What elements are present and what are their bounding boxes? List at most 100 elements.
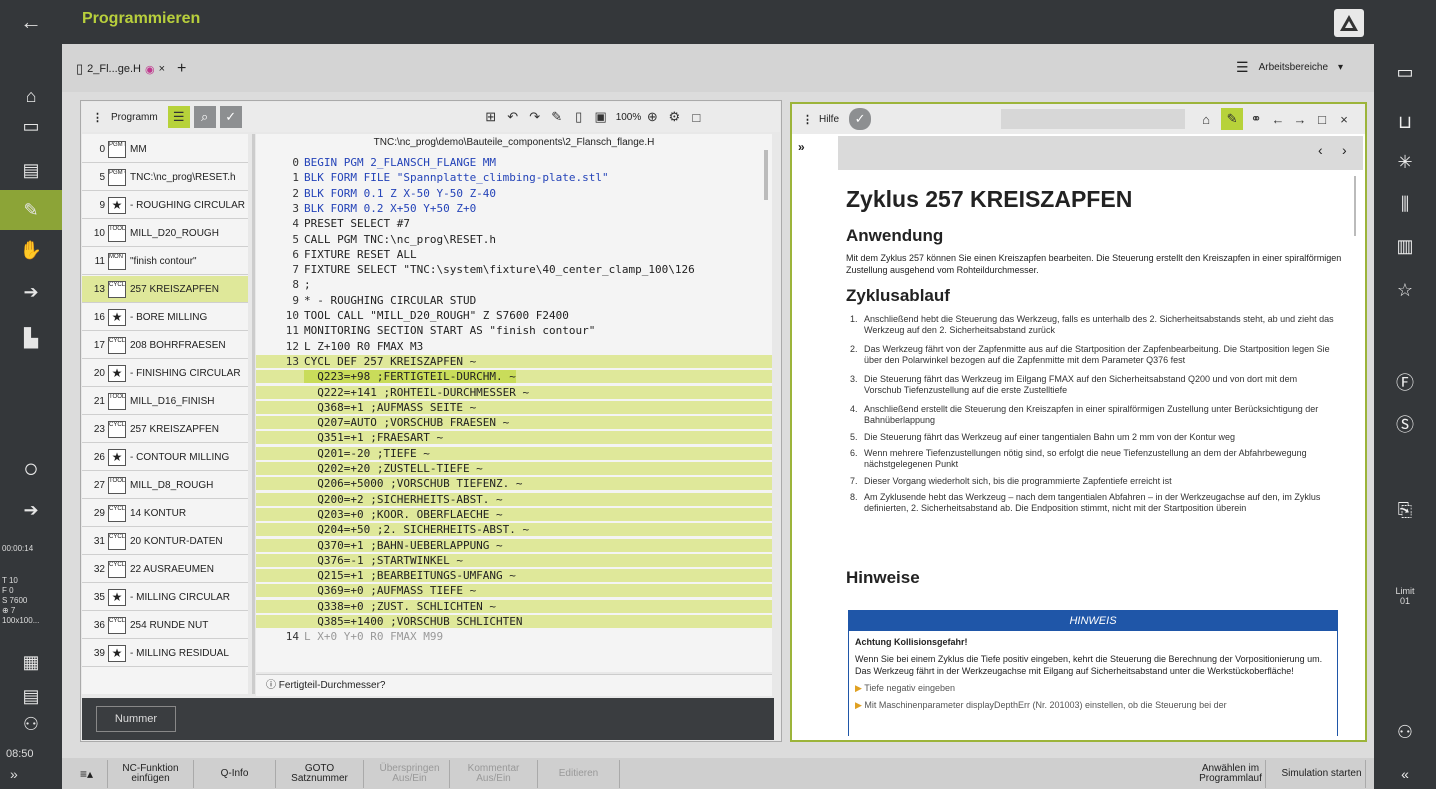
check-icon[interactable]: ✓: [219, 106, 242, 128]
zoom-level[interactable]: 100%: [616, 112, 642, 123]
code-line[interactable]: 4 PRESET SELECT #7: [256, 217, 772, 230]
back-icon[interactable]: ←: [1267, 108, 1289, 130]
code-line[interactable]: 6 FIXTURE RESET ALL: [256, 248, 772, 261]
workspaces-menu[interactable]: ☰ Arbeitsbereiche ▾: [1236, 56, 1343, 78]
program-list-item[interactable]: 21TOOL CALL MILL_D16_FINISH: [82, 388, 248, 415]
program-list-item[interactable]: 16 ★ - BORE MILLING: [82, 304, 248, 331]
list-view-icon[interactable]: ☰: [167, 106, 190, 128]
number-input[interactable]: Nummer: [96, 706, 176, 732]
home-icon[interactable]: ⌂: [1195, 108, 1217, 130]
edit-program-icon[interactable]: ✎: [0, 190, 62, 230]
search-icon[interactable]: ⌕: [193, 106, 216, 128]
code-line[interactable]: Q385=+1400 ;VORSCHUB SCHLICHTEN: [256, 615, 772, 628]
code-line[interactable]: 7 FIXTURE SELECT "TNC:\system\fixture\40_…: [256, 263, 772, 276]
redo-icon[interactable]: ↷: [524, 106, 546, 128]
softkey-8[interactable]: Simulation starten: [1278, 760, 1366, 788]
code-line[interactable]: 2 BLK FORM 0.1 Z X-50 Y-50 Z-40: [256, 187, 772, 200]
folder-icon[interactable]: ▭: [0, 106, 62, 146]
tool-change-icon[interactable]: ⊔: [1374, 102, 1436, 142]
softkey-1[interactable]: NC-Funktion einfügen: [108, 760, 194, 788]
add-tab-button[interactable]: +: [177, 60, 186, 78]
code-line[interactable]: Q206=+5000 ;VORSCHUB TIEFENZ. ~: [256, 477, 772, 491]
code-line[interactable]: 13 CYCL DEF 257 KREISZAPFEN ~: [256, 354, 772, 368]
softkey-5[interactable]: Kommentar Aus/Ein: [450, 760, 538, 788]
program-list-item[interactable]: 11MON START "finish contour": [82, 248, 248, 275]
battery-icon[interactable]: ▭: [1374, 52, 1436, 92]
code-line[interactable]: Q200=+2 ;SICHERHEITS-ABST. ~: [256, 492, 772, 506]
softkey-6[interactable]: Editieren: [538, 760, 620, 788]
back-arrow-icon[interactable]: ←: [0, 0, 62, 44]
favorite-icon[interactable]: ☆: [1374, 270, 1436, 310]
link-icon[interactable]: ⚭: [1245, 108, 1267, 130]
code-line[interactable]: Q203=+0 ;KOOR. OBERFLAECHE ~: [256, 507, 772, 521]
code-line[interactable]: 3 BLK FORM 0.2 X+50 Y+50 Z+0: [256, 202, 772, 215]
code-line[interactable]: 10 TOOL CALL "MILL_D20_ROUGH" Z S7600 F24…: [256, 309, 772, 322]
collapse-icon[interactable]: «: [1374, 760, 1436, 788]
code-line[interactable]: Q370=+1 ;BAHN-UEBERLAPPUNG ~: [256, 538, 772, 552]
user-settings-icon[interactable]: ⚇: [1374, 712, 1436, 752]
code-line[interactable]: Q338=+0 ;ZUST. SCHLICHTEN ~: [256, 599, 772, 613]
edit-icon[interactable]: ✎: [546, 106, 568, 128]
settings-icon[interactable]: ⚙: [663, 106, 685, 128]
program-list-item[interactable]: 26 ★ - CONTOUR MILLING: [82, 444, 248, 471]
machine-icon[interactable]: ▥: [1374, 226, 1436, 266]
program-list-item[interactable]: 9 ★ - ROUGHING CIRCULAR: [82, 192, 248, 219]
maximize-icon[interactable]: □: [1311, 108, 1333, 130]
next-icon[interactable]: ›: [1342, 142, 1347, 158]
program-list-item[interactable]: 29CYCL DEF 14 KONTUR: [82, 500, 248, 527]
drag-handle-icon[interactable]: ⋮: [802, 113, 813, 126]
code-line[interactable]: 12 L Z+100 R0 FMAX M3: [256, 340, 772, 353]
code-editor[interactable]: 0 BEGIN PGM 2_FLANSCH_FLANGE MM 1 BLK FORM …: [256, 134, 772, 672]
program-list-item[interactable]: 5PGM CALL TNC:\nc_prog\RESET.h: [82, 164, 248, 191]
zoom-icon[interactable]: ⊕: [641, 106, 663, 128]
code-line[interactable]: 11 MONITORING SECTION START AS "finish co…: [256, 324, 772, 337]
run-program-icon[interactable]: ➔: [0, 490, 62, 530]
program-list-item[interactable]: 31CYCL DEF 20 KONTUR-DATEN: [82, 528, 248, 555]
program-list-item[interactable]: 36CYCL DEF 254 RUNDE NUT: [82, 612, 248, 639]
code-line[interactable]: Q368=+1 ;AUFMASS SEITE ~: [256, 400, 772, 414]
code-line[interactable]: Q369=+0 ;AUFMASS TIEFE ~: [256, 584, 772, 598]
table-icon[interactable]: ▤: [0, 150, 62, 190]
code-line[interactable]: Q207=AUTO ;VORSCHUB FRAESEN ~: [256, 416, 772, 430]
program-list-item[interactable]: 13CYCL DEF 257 KREISZAPFEN: [82, 276, 248, 303]
drag-handle-icon[interactable]: ⋮: [92, 111, 103, 124]
file-tab[interactable]: ▯ 2_Fl...ge.H ◉ × +: [76, 58, 186, 80]
program-list-item[interactable]: 0PGM BEGIN MM: [82, 136, 248, 163]
menu-toggle-icon[interactable]: ≡▴: [66, 760, 108, 788]
circle-icon[interactable]: ○: [0, 448, 62, 488]
run-icon[interactable]: ➔: [0, 272, 62, 312]
door-icon[interactable]: ⎘: [1374, 490, 1436, 530]
save-as-icon[interactable]: ▣: [590, 106, 612, 128]
softkey-7[interactable]: Anwählen im Programmlauf: [1196, 760, 1266, 788]
program-list-item[interactable]: 23CYCL DEF 257 KREISZAPFEN: [82, 416, 248, 443]
nc-help-icon[interactable]: ✎: [1221, 108, 1244, 130]
code-line[interactable]: 14 L X+0 Y+0 R0 FMAX M99: [256, 630, 772, 643]
code-line[interactable]: 1 BLK FORM FILE "Spannplatte_climbing-pla…: [256, 171, 772, 184]
save-icon[interactable]: ▯: [568, 106, 590, 128]
forward-icon[interactable]: →: [1289, 108, 1311, 130]
maximize-icon[interactable]: □: [685, 106, 707, 128]
program-list-item[interactable]: 27TOOL CALL MILL_D8_ROUGH: [82, 472, 248, 499]
program-list-item[interactable]: 32CYCL DEF 22 AUSRAEUMEN: [82, 556, 248, 583]
heidenhain-logo[interactable]: [1334, 9, 1364, 37]
softkey-2[interactable]: Q-Info: [194, 760, 276, 788]
code-line[interactable]: 5 CALL PGM TNC:\nc_prog\RESET.h: [256, 233, 772, 246]
code-line[interactable]: Q222=+141 ;ROHTEIL-DURCHMESSER ~: [256, 385, 772, 399]
softkey-3[interactable]: GOTO Satznummer: [276, 760, 364, 788]
hand-icon[interactable]: ✋: [0, 230, 62, 270]
code-line[interactable]: Q201=-20 ;TIEFE ~: [256, 446, 772, 460]
program-list-item[interactable]: 10TOOL CALL MILL_D20_ROUGH: [82, 220, 248, 247]
compare-icon[interactable]: ⊞: [480, 106, 502, 128]
coolant-icon[interactable]: ✳: [1374, 142, 1436, 182]
code-line[interactable]: Q215=+1 ;BEARBEITUNGS-UMFANG ~: [256, 569, 772, 583]
code-line[interactable]: 8;: [256, 278, 772, 291]
code-line[interactable]: Q376=-1 ;STARTWINKEL ~: [256, 553, 772, 567]
program-list-item[interactable]: 35 ★ - MILLING CIRCULAR: [82, 584, 248, 611]
clamp-icon[interactable]: ⫼: [1374, 184, 1436, 224]
scrollbar[interactable]: [764, 150, 768, 200]
close-icon[interactable]: ×: [159, 63, 165, 75]
program-list-item[interactable]: 20 ★ - FINISHING CIRCULAR: [82, 360, 248, 387]
code-line[interactable]: Q223=+98 ;FERTIGTEIL-DURCHM. ~: [256, 370, 772, 384]
code-line[interactable]: Q351=+1 ;FRAESART ~: [256, 431, 772, 445]
feed-override-icon[interactable]: Ⓕ: [1374, 362, 1436, 402]
